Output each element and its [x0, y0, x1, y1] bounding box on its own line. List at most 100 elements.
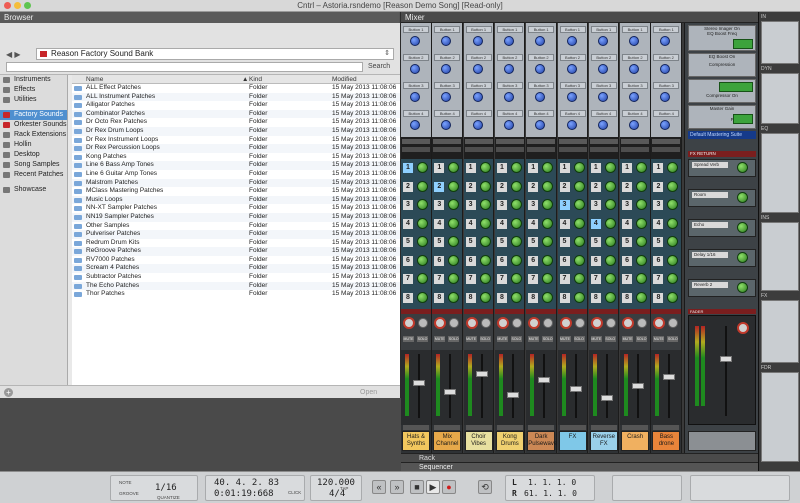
- button-1[interactable]: Button 1: [528, 26, 555, 33]
- search-input[interactable]: [6, 62, 363, 72]
- send-level-knob[interactable]: [417, 180, 428, 192]
- button-4[interactable]: Button 4: [653, 110, 680, 117]
- send-level-knob[interactable]: [417, 236, 428, 247]
- insert-slot[interactable]: [652, 139, 681, 144]
- channel-name[interactable]: Mix Channel: [433, 431, 462, 451]
- send-level-knob[interactable]: [667, 254, 679, 266]
- send-level-knob[interactable]: [448, 199, 460, 210]
- send-level-knob[interactable]: [667, 217, 679, 229]
- list-item[interactable]: The Echo Patches Folder 15 May 2013 11:08:…: [72, 281, 400, 291]
- record-button[interactable]: ●: [442, 480, 456, 494]
- fader-handle[interactable]: [413, 380, 425, 387]
- send-button[interactable]: 2: [434, 181, 445, 192]
- rotary-knob[interactable]: [441, 64, 452, 74]
- list-item[interactable]: Kong Patches Folder 15 May 2013 11:08:06: [72, 153, 400, 162]
- send-button[interactable]: 5: [403, 237, 413, 247]
- send-button[interactable]: 8: [496, 292, 507, 303]
- rack-device-thumbnail[interactable]: [761, 21, 799, 64]
- output-selector[interactable]: [590, 425, 617, 430]
- list-item[interactable]: NN-XT Sampler Patches Folder 15 May 2013 1…: [72, 204, 400, 213]
- send-level-knob[interactable]: [604, 273, 616, 284]
- send-level-knob[interactable]: [573, 199, 585, 210]
- button-4[interactable]: Button 4: [496, 110, 523, 117]
- button-3[interactable]: Button 3: [434, 82, 461, 89]
- send-level-knob[interactable]: [417, 217, 428, 229]
- sidebar-item-hollin[interactable]: Hollin: [0, 140, 67, 150]
- list-item[interactable]: Alligator Patches Folder 15 May 2013 11:08…: [72, 101, 400, 110]
- button-2[interactable]: Button 2: [653, 54, 680, 61]
- solo-button[interactable]: SOLO: [479, 336, 491, 342]
- rotary-knob[interactable]: [566, 36, 577, 46]
- button-3[interactable]: Button 3: [559, 82, 586, 89]
- forward-arrow-icon[interactable]: ▶: [14, 50, 20, 59]
- button-1[interactable]: Button 1: [496, 26, 523, 33]
- send-button[interactable]: 3: [528, 200, 539, 210]
- send-level-knob[interactable]: [573, 291, 585, 303]
- quantize-value[interactable]: 1/16: [155, 483, 177, 493]
- send-button[interactable]: 4: [559, 218, 570, 229]
- button-4[interactable]: Button 4: [465, 110, 492, 117]
- button-2[interactable]: Button 2: [622, 54, 649, 61]
- list-item[interactable]: Malstrom Patches Folder 15 May 2013 11:08:…: [72, 178, 400, 188]
- width-knob[interactable]: [574, 318, 585, 328]
- send-button[interactable]: 2: [622, 181, 633, 192]
- insert-slot[interactable]: [433, 139, 462, 144]
- send-button[interactable]: 3: [434, 200, 445, 210]
- send-level-knob[interactable]: [448, 236, 460, 247]
- send-button[interactable]: 4: [403, 218, 413, 229]
- rotary-knob[interactable]: [566, 92, 577, 102]
- rotary-knob[interactable]: [629, 120, 640, 130]
- pan-knob[interactable]: [465, 317, 478, 329]
- rotary-knob[interactable]: [660, 64, 671, 74]
- width-knob[interactable]: [449, 318, 460, 328]
- rotary-knob[interactable]: [441, 120, 452, 130]
- send-button[interactable]: 3: [403, 200, 413, 210]
- send-button[interactable]: 5: [559, 237, 570, 247]
- send-level-knob[interactable]: [542, 180, 554, 192]
- sidebar-item-rack-extensions[interactable]: Rack Extensions: [0, 130, 67, 140]
- pan-knob[interactable]: [528, 317, 541, 329]
- edit-inserts-button[interactable]: [527, 147, 556, 152]
- edit-inserts-button[interactable]: [464, 147, 493, 152]
- rack-device-thumbnail[interactable]: [761, 133, 799, 213]
- list-item[interactable]: Line 6 Bass Amp Tones Folder 15 May 2013 1…: [72, 161, 400, 170]
- button-1[interactable]: Button 1: [403, 26, 429, 33]
- sidebar-item-utilities[interactable]: Utilities: [0, 95, 67, 105]
- solo-button[interactable]: SOLO: [510, 336, 522, 342]
- send-level-knob[interactable]: [510, 162, 522, 173]
- mute-button[interactable]: MUTE: [465, 336, 477, 342]
- list-item[interactable]: Subtractor Patches Folder 15 May 2013 11:0…: [72, 273, 400, 282]
- send-level-knob[interactable]: [417, 199, 428, 210]
- pan-knob[interactable]: [590, 317, 603, 329]
- play-button[interactable]: ▶: [426, 480, 440, 494]
- channel-name[interactable]: FX: [558, 431, 587, 451]
- fader-handle[interactable]: [475, 371, 488, 378]
- button-1[interactable]: Button 1: [590, 26, 617, 33]
- send-button[interactable]: 7: [590, 274, 601, 284]
- mute-button[interactable]: MUTE: [590, 336, 602, 342]
- list-item[interactable]: Combinator Patches Folder 15 May 2013 11:0…: [72, 109, 400, 119]
- send-button[interactable]: 7: [434, 274, 445, 284]
- column-modified[interactable]: Modified: [332, 75, 357, 84]
- eq-boost-on-button[interactable]: [733, 39, 753, 49]
- mute-button[interactable]: MUTE: [434, 336, 446, 342]
- button-2[interactable]: Button 2: [559, 54, 586, 61]
- button-3[interactable]: Button 3: [622, 82, 649, 89]
- button-4[interactable]: Button 4: [559, 110, 586, 117]
- send-level-knob[interactable]: [542, 217, 554, 229]
- send-level-knob[interactable]: [667, 162, 679, 173]
- edit-inserts-button[interactable]: [433, 147, 462, 152]
- send-button[interactable]: 7: [496, 274, 507, 284]
- send-button[interactable]: 8: [528, 292, 539, 303]
- send-level-knob[interactable]: [510, 273, 522, 284]
- rotary-knob[interactable]: [597, 120, 608, 130]
- list-item[interactable]: Other Samples Folder 15 May 2013 11:08:06: [72, 222, 400, 231]
- solo-button[interactable]: SOLO: [604, 336, 616, 342]
- send-level-knob[interactable]: [542, 236, 554, 247]
- send-level-knob[interactable]: [636, 199, 648, 210]
- send-button[interactable]: 8: [622, 292, 633, 303]
- insert-slot[interactable]: [589, 139, 618, 144]
- insert-slot[interactable]: [621, 139, 650, 144]
- rotary-knob[interactable]: [535, 64, 546, 74]
- send-button[interactable]: 7: [528, 274, 539, 284]
